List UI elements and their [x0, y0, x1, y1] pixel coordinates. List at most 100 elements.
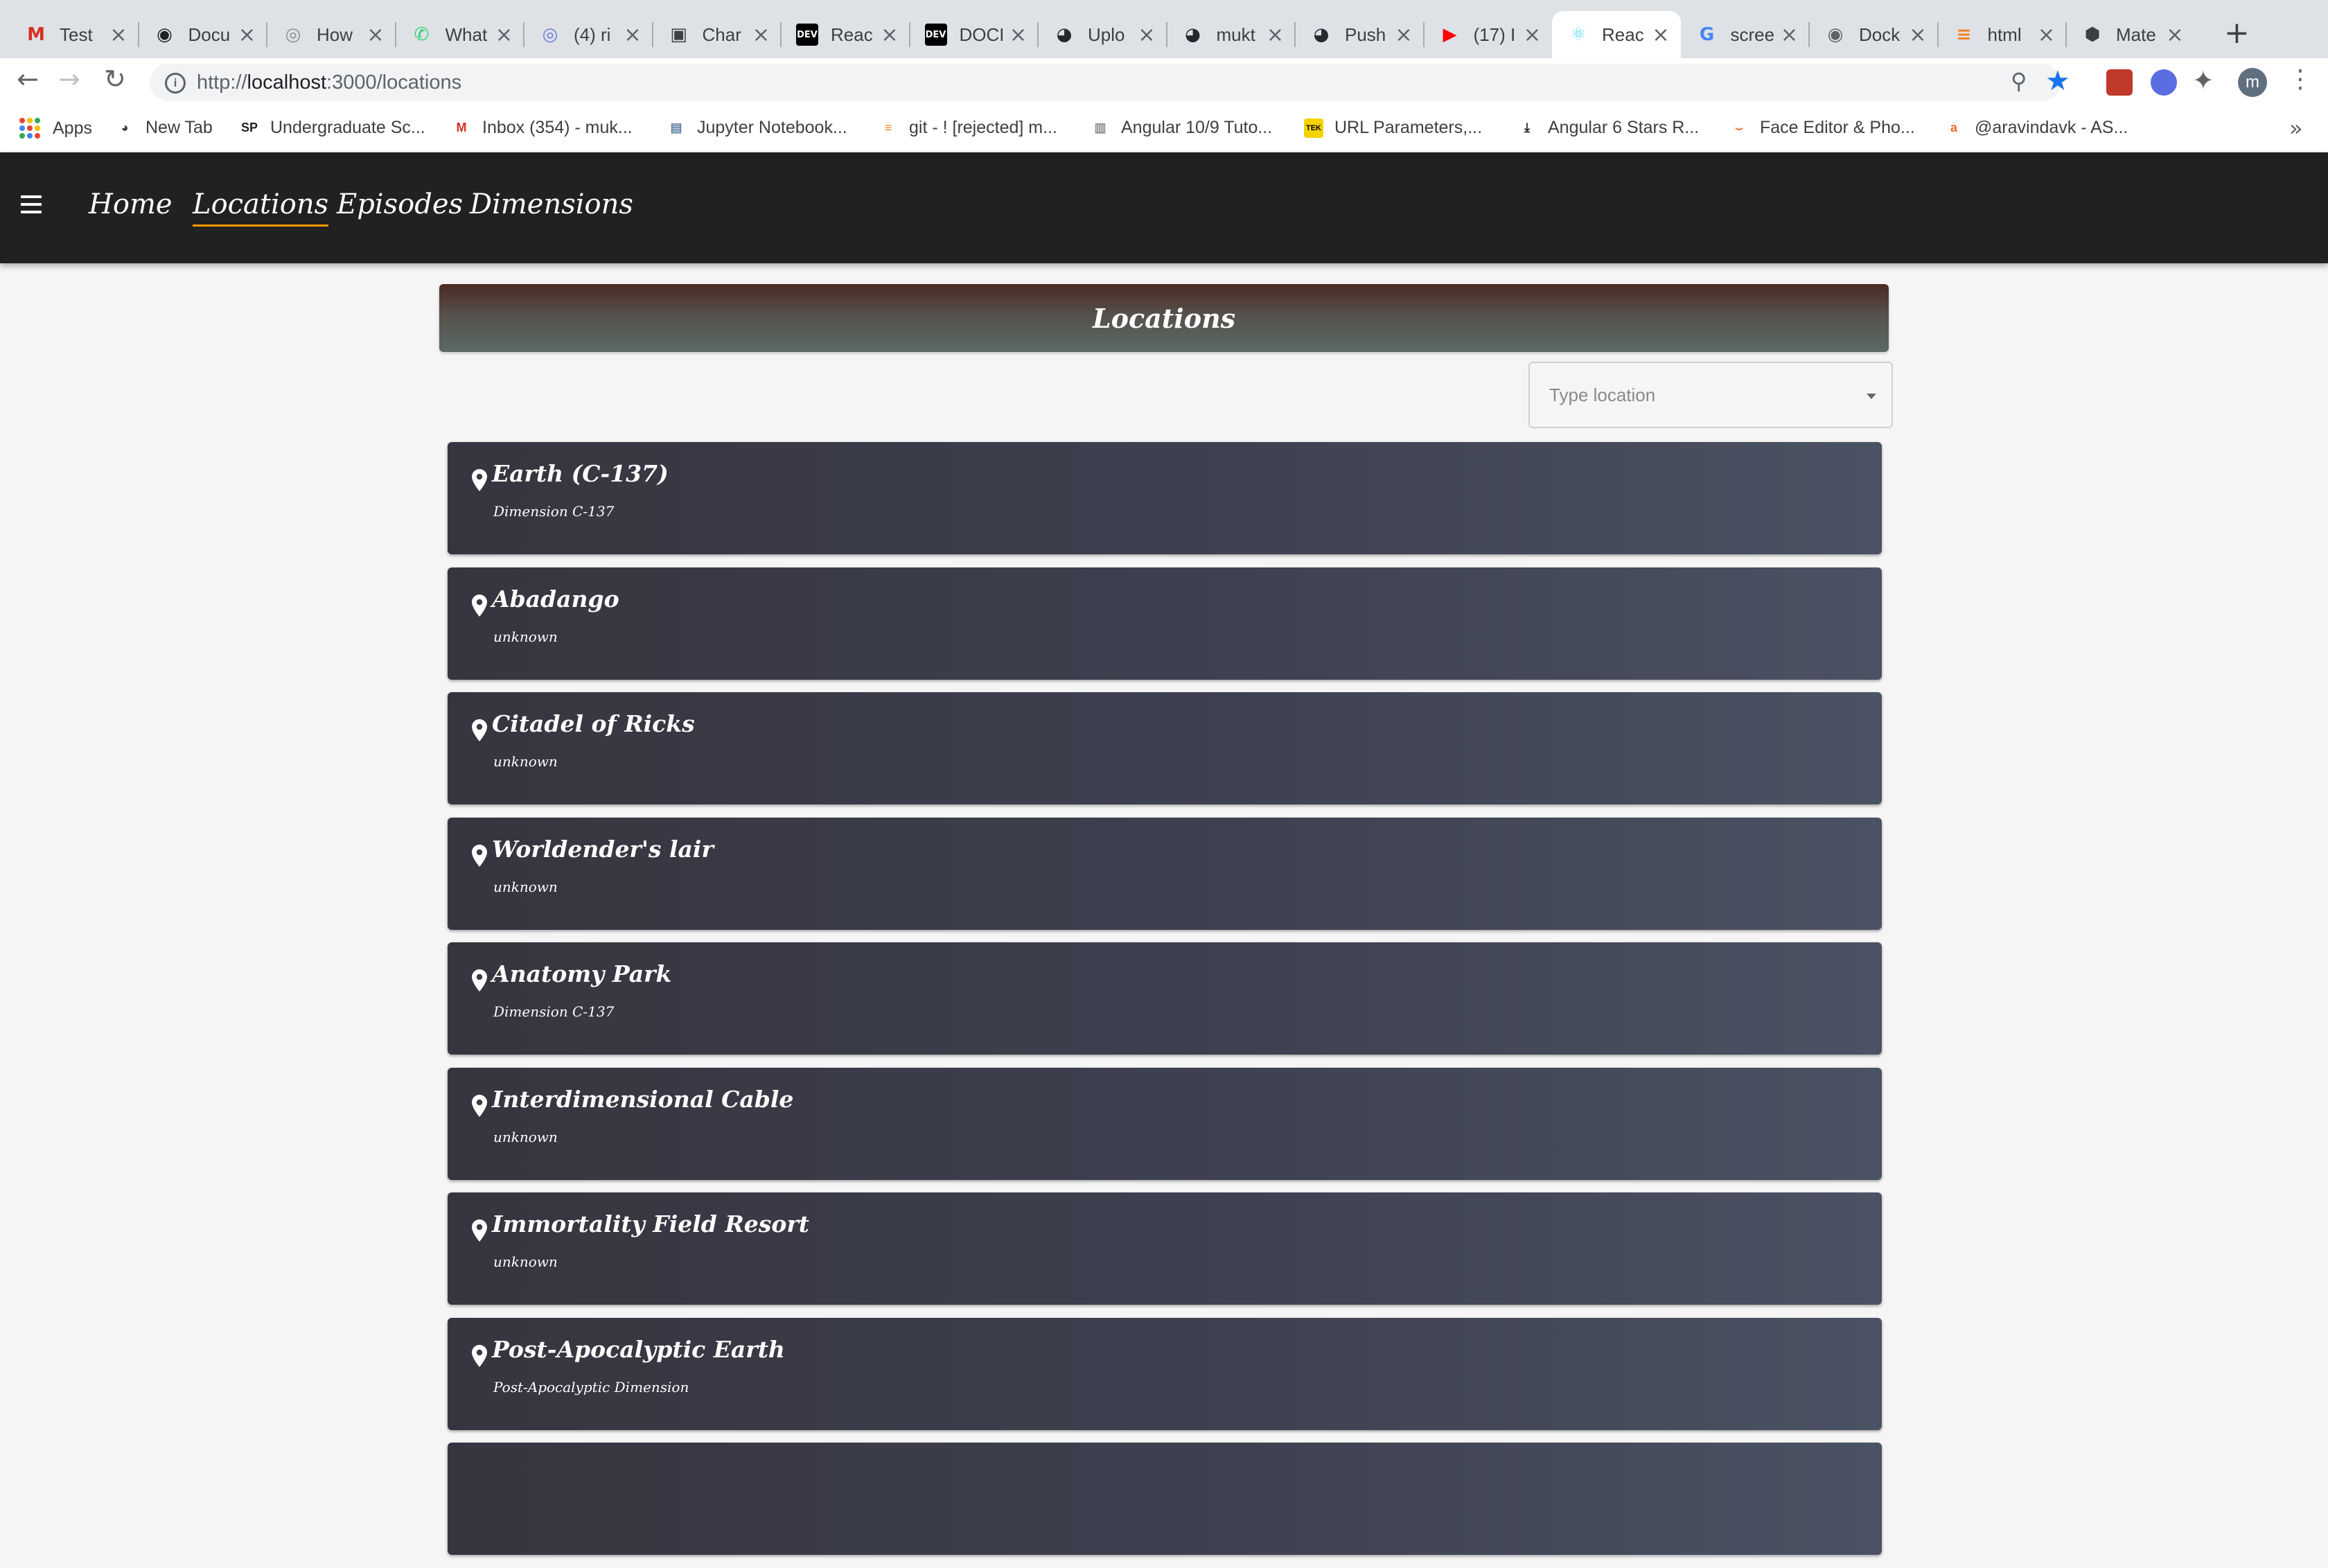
browser-tab[interactable]: ◎ How ×	[267, 11, 396, 58]
youtube-icon: ▶	[1443, 24, 1457, 45]
bookmark-item[interactable]: ≡ git - ! [rejected] m...	[879, 118, 1057, 138]
browser-tab[interactable]: ▶ (17) I ×	[1424, 11, 1553, 58]
bookmark-label: git - ! [rejected] m...	[909, 118, 1057, 137]
browser-tab[interactable]: ◉ Docu ×	[139, 11, 267, 58]
browser-tab[interactable]: DEV Reac ×	[781, 11, 910, 58]
location-search-select[interactable]	[1528, 362, 1893, 428]
close-tab-icon[interactable]: ×	[1652, 23, 1669, 47]
browser-tab[interactable]: ▣ Char ×	[653, 11, 782, 58]
location-dimension: Dimension C-137	[493, 503, 615, 520]
nav-dimensions[interactable]: Dimensions	[470, 188, 633, 220]
address-url[interactable]: http://localhost:3000/locations	[197, 71, 461, 94]
notebook-icon: ▤	[670, 121, 682, 134]
zoom-icon[interactable]: ⚲	[2011, 68, 2027, 94]
close-tab-icon[interactable]: ×	[238, 23, 256, 47]
location-search-input[interactable]	[1548, 384, 1842, 407]
close-tab-icon[interactable]: ×	[1138, 23, 1155, 47]
tab-separator	[523, 22, 524, 47]
bookmark-item[interactable]: TEK URL Parameters,...	[1304, 118, 1482, 138]
extension-red-icon[interactable]	[2106, 69, 2133, 96]
browser-tab[interactable]: ◕ Push ×	[1295, 11, 1424, 58]
browser-tab[interactable]: ◎ (4) ri ×	[524, 11, 653, 58]
dropdown-caret-icon[interactable]	[1867, 394, 1876, 399]
bookmark-label: Apps	[53, 118, 92, 138]
close-tab-icon[interactable]: ×	[2166, 23, 2183, 47]
location-card[interactable]: Earth (C-137) Dimension C-137	[448, 442, 1882, 554]
bookmark-item[interactable]: ▥ Angular 10/9 Tuto...	[1091, 118, 1272, 138]
close-tab-icon[interactable]: ×	[1781, 23, 1798, 47]
location-name: Post-Apocalyptic Earth	[492, 1335, 785, 1363]
location-card[interactable]: Worldender's lair unknown	[448, 817, 1882, 930]
tek-icon: TEK	[1304, 118, 1323, 138]
location-card[interactable]	[448, 1443, 1882, 1555]
close-tab-icon[interactable]: ×	[1267, 23, 1284, 47]
close-tab-icon[interactable]: ×	[1909, 23, 1926, 47]
close-tab-icon[interactable]: ×	[367, 23, 384, 47]
browser-tab[interactable]: Gscree ×	[1681, 11, 1810, 58]
browser-tab[interactable]: DEV DOCI ×	[910, 11, 1039, 58]
globe-icon: ◉	[157, 24, 173, 45]
location-card[interactable]: Abadango unknown	[448, 567, 1882, 680]
location-card[interactable]: Anatomy Park Dimension C-137	[448, 942, 1882, 1055]
location-dimension: unknown	[493, 1253, 558, 1270]
bookmarks-overflow-icon[interactable]: »	[2289, 115, 2303, 141]
bookmark-item[interactable]: Apps	[19, 118, 92, 139]
bookmark-label: URL Parameters,...	[1334, 118, 1483, 137]
close-tab-icon[interactable]: ×	[2038, 23, 2055, 47]
browser-tab[interactable]: ⬢ Mate ×	[2066, 11, 2195, 58]
location-card[interactable]: Post-Apocalyptic Earth Post-Apocalyptic D…	[448, 1317, 1882, 1430]
browser-tab[interactable]: ≡ html ×	[1938, 11, 2067, 58]
location-card[interactable]: Immortality Field Resort unknown	[448, 1192, 1882, 1305]
browser-tab[interactable]: ✆ What ×	[396, 11, 524, 58]
close-tab-icon[interactable]: ×	[1524, 23, 1541, 47]
browser-tab[interactable]: ◕ Uplo ×	[1038, 11, 1167, 58]
browser-tab[interactable]: ⚛ Reac ×	[1552, 11, 1681, 58]
bookmark-item[interactable]: M Inbox (354) - muk...	[452, 118, 633, 138]
extension-check-icon[interactable]	[2151, 69, 2177, 96]
location-card[interactable]: Citadel of Ricks unknown	[448, 692, 1882, 804]
back-arrow-icon[interactable]: ←	[17, 64, 39, 94]
close-tab-icon[interactable]: ×	[1009, 23, 1027, 47]
nav-episodes[interactable]: Episodes	[337, 188, 463, 220]
reload-icon[interactable]: ↻	[104, 64, 126, 94]
forward-arrow-icon[interactable]: →	[58, 64, 80, 94]
close-tab-icon[interactable]: ×	[1395, 23, 1412, 47]
bookmark-label: New Tab	[146, 118, 213, 137]
bookmark-item[interactable]: a @aravindavk - AS...	[1944, 118, 2128, 138]
close-tab-icon[interactable]: ×	[109, 23, 127, 47]
browser-tab[interactable]: ◕ mukt ×	[1167, 11, 1296, 58]
site-info-icon[interactable]: i	[165, 73, 186, 94]
bookmark-item[interactable]: ⤓ Angular 6 Stars R...	[1517, 118, 1699, 138]
location-pin-icon	[472, 469, 487, 491]
tab-title: Docu	[188, 24, 231, 45]
bookmark-item[interactable]: ⌣ Face Editor & Pho...	[1729, 118, 1915, 138]
location-name: Worldender's lair	[492, 835, 714, 863]
close-tab-icon[interactable]: ×	[624, 23, 641, 47]
bookmark-item[interactable]: ▤ Jupyter Notebook...	[667, 118, 847, 138]
hamburger-menu-icon[interactable]	[21, 195, 42, 218]
bookmarks-bar: » Apps ◕ New Tab SP Undergraduate Sc... M Inbo…	[0, 107, 2328, 152]
bookmark-item[interactable]: ◕ New Tab	[115, 118, 213, 138]
bookmark-item[interactable]: SP Undergraduate Sc...	[240, 118, 425, 138]
tab-title: What	[445, 24, 488, 45]
new-tab-icon[interactable]: +	[2224, 15, 2250, 51]
nav-home[interactable]: Home	[89, 188, 173, 220]
profile-avatar[interactable]: m	[2238, 68, 2267, 97]
page-title: Locations	[1092, 302, 1236, 334]
location-name: Earth (C-137)	[492, 460, 669, 487]
gmail-icon: M	[456, 121, 467, 134]
close-tab-icon[interactable]: ×	[752, 23, 770, 47]
location-pin-icon	[472, 969, 487, 992]
extensions-puzzle-icon[interactable]: ✦	[2192, 65, 2214, 96]
bookmark-star-icon[interactable]: ★	[2045, 65, 2070, 97]
location-card[interactable]: Interdimensional Cable unknown	[448, 1067, 1882, 1180]
close-tab-icon[interactable]: ×	[881, 23, 898, 47]
github-icon: ◕	[1185, 24, 1201, 45]
browser-tab[interactable]: M Test ×	[10, 11, 139, 58]
browser-menu-icon[interactable]: ⋮	[2288, 65, 2313, 94]
close-tab-icon[interactable]: ×	[495, 23, 513, 47]
browser-tab[interactable]: ◉ Dock ×	[1809, 11, 1938, 58]
address-bar[interactable]: i http://localhost:3000/locations ⚲ ★	[150, 64, 2070, 101]
bookmark-label: @aravindavk - AS...	[1975, 118, 2128, 137]
nav-locations[interactable]: Locations	[193, 188, 329, 227]
